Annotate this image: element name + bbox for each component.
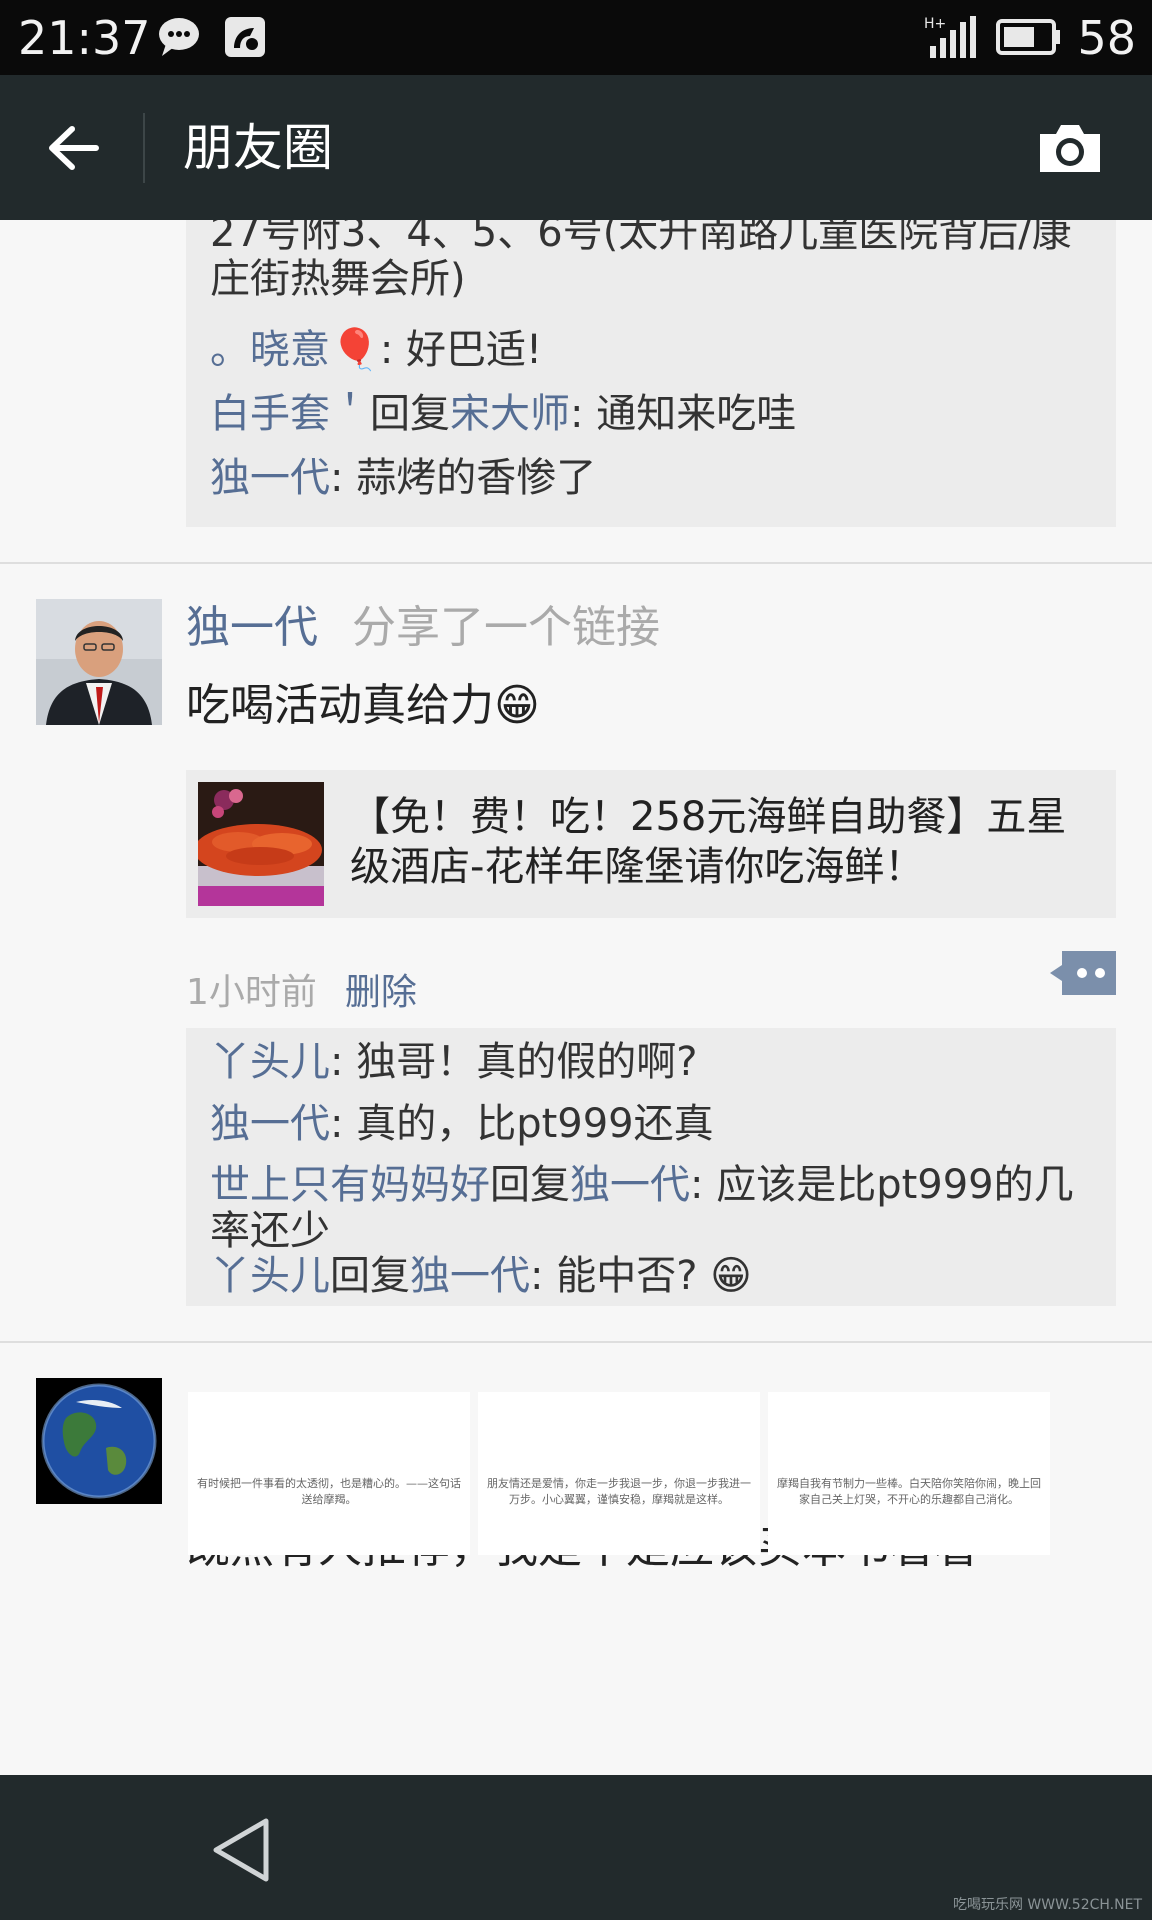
photo-caption: 有时候把一件事看的太透彻，也是糟心的。——这句话送给摩羯。 — [197, 1477, 461, 1506]
comment-text: 通知来吃哇 — [596, 391, 797, 437]
seafood-image — [198, 782, 324, 906]
reply-target[interactable]: 独一代 — [570, 1162, 690, 1208]
comment-separator: : — [330, 1101, 357, 1147]
reply-word: 回复 — [370, 391, 450, 437]
page-title: 朋友圈 — [183, 119, 333, 177]
link-thumbnail — [198, 782, 324, 906]
post-divider — [0, 562, 1152, 564]
avatar-man-icon — [36, 599, 162, 725]
comment-separator: : — [530, 1253, 557, 1299]
signal-icon: H+ — [924, 16, 976, 58]
post-photo[interactable]: 摩羯自我有节制力一些棒。白天陪你笑陪你闹，晚上回家自己关上灯哭，不开心的乐趣都自… — [768, 1392, 1050, 1555]
appbar-divider — [143, 113, 145, 183]
post-divider — [0, 1341, 1152, 1343]
post-text: 吃喝活动真给力😁 — [186, 678, 540, 734]
photo-caption: 摩羯自我有节制力一些棒。白天陪你笑陪你闹，晚上回家自己关上灯哭，不开心的乐趣都自… — [777, 1477, 1041, 1506]
post-text-content: 吃喝活动真给力 — [186, 680, 494, 731]
comment-author[interactable]: 。晓意 — [210, 327, 330, 373]
post-meta: 1小时前 删除 — [186, 970, 417, 1016]
app-bar: 朋友圈 — [0, 75, 1152, 220]
reply-word: 回复 — [330, 1253, 410, 1299]
comment-separator: : — [690, 1162, 717, 1208]
battery-icon — [996, 19, 1060, 55]
avatar[interactable] — [36, 1378, 162, 1504]
comment-text: 好巴适! — [406, 327, 543, 373]
earth-avatar-icon — [36, 1378, 162, 1504]
photo-caption: 朋友情还是爱情，你走一步我退一步，你退一步我进一万步。小心翼翼，谨慎安稳，摩羯就… — [487, 1477, 751, 1506]
comment-item[interactable]: 丫头儿回复独一代: 能中否? 😁 — [210, 1252, 1092, 1300]
comment-separator: : — [330, 1039, 357, 1085]
post-username[interactable]: 独一代 — [186, 602, 318, 653]
status-bar: 21:37 H+ 58 — [0, 0, 1152, 75]
comment-separator: : — [330, 455, 357, 501]
delete-link[interactable]: 删除 — [345, 972, 417, 1013]
post-header: 独一代 分享了一个链接 — [186, 600, 660, 656]
avatar[interactable] — [36, 599, 162, 725]
balloon-emoji: 🎈 — [330, 327, 380, 373]
reply-word: 回复 — [490, 1162, 570, 1208]
nav-back-triangle-icon[interactable] — [210, 1815, 272, 1885]
comment-text: 真的，比pt999还真 — [356, 1101, 714, 1147]
system-nav-bar: 吃喝玩乐网 WWW.52CH.NET — [0, 1775, 1152, 1920]
moments-feed[interactable]: 27号附3、4、5、6号(太升南路儿童医院背后/康庄街热舞会所) 。晓意🎈: 好… — [0, 220, 1152, 1775]
status-time: 21:37 — [18, 11, 151, 65]
comment-text: 独哥！真的假的啊? — [356, 1039, 698, 1085]
post1-location-text: 27号附3、4、5、6号(太升南路儿童医院背后/康庄街热舞会所) — [210, 220, 1072, 302]
post2-comments-box: 丫头儿: 独哥！真的假的啊? 独一代: 真的，比pt999还真 世上只有妈妈好回… — [186, 1028, 1116, 1306]
post-photo[interactable]: 朋友情还是爱情，你走一步我退一步，你退一步我进一万步。小心翼翼，谨慎安稳，摩羯就… — [478, 1392, 760, 1555]
comment-item[interactable]: 丫头儿: 独哥！真的假的啊? — [210, 1038, 1092, 1086]
svg-text:H+: H+ — [924, 16, 946, 32]
comment-text: 蒜烤的香惨了 — [356, 455, 597, 501]
post-photo[interactable]: 有时候把一件事看的太透彻，也是糟心的。——这句话送给摩羯。 — [188, 1392, 470, 1555]
comment-author[interactable]: 独一代 — [210, 455, 330, 501]
watermark: 吃喝玩乐网 WWW.52CH.NET — [952, 1897, 1142, 1913]
comment-item[interactable]: 白手套＇回复宋大师: 通知来吃哇 — [210, 390, 1092, 438]
grin-emoji: 😁 — [494, 680, 540, 731]
reply-target[interactable]: 独一代 — [410, 1253, 530, 1299]
post-time: 1小时前 — [186, 972, 317, 1013]
comment-author[interactable]: 独一代 — [210, 1101, 330, 1147]
browser-app-icon — [225, 17, 265, 57]
reply-target[interactable]: 宋大师 — [450, 391, 570, 437]
comment-author[interactable]: 世上只有妈妈好 — [210, 1162, 490, 1208]
comment-author[interactable]: 白手套＇ — [210, 391, 370, 437]
post1-comments-box: 27号附3、4、5、6号(太升南路儿童医院背后/康庄街热舞会所) 。晓意🎈: 好… — [186, 220, 1116, 527]
chat-bubble-icon — [159, 18, 199, 56]
comment-item[interactable]: 。晓意🎈: 好巴适! — [210, 326, 1092, 374]
comment-separator: : — [570, 391, 597, 437]
shared-link-card[interactable]: 【免！费！吃！258元海鲜自助餐】五星级酒店-花样年隆堡请你吃海鲜！ — [186, 770, 1116, 918]
comment-author[interactable]: 丫头儿 — [210, 1039, 330, 1085]
comment-item[interactable]: 独一代: 真的，比pt999还真 — [210, 1100, 1092, 1148]
battery-percent: 58 — [1077, 11, 1136, 65]
comment-item[interactable]: 独一代: 蒜烤的香惨了 — [210, 454, 1092, 502]
comment-item[interactable]: 世上只有妈妈好回复独一代: 应该是比pt999的几率还少 — [210, 1162, 1092, 1254]
post-action: 分享了一个链接 — [352, 602, 660, 653]
comment-separator: : — [379, 327, 407, 373]
link-title: 【免！费！吃！258元海鲜自助餐】五星级酒店-花样年隆堡请你吃海鲜！ — [350, 794, 1067, 890]
comment-author[interactable]: 丫头儿 — [210, 1253, 330, 1299]
camera-icon[interactable] — [1036, 120, 1104, 176]
comment-more-button-icon[interactable] — [1050, 951, 1116, 995]
grin-emoji: 😁 — [710, 1253, 752, 1299]
comment-text: 能中否? — [556, 1253, 711, 1299]
back-arrow-icon[interactable] — [44, 120, 100, 176]
